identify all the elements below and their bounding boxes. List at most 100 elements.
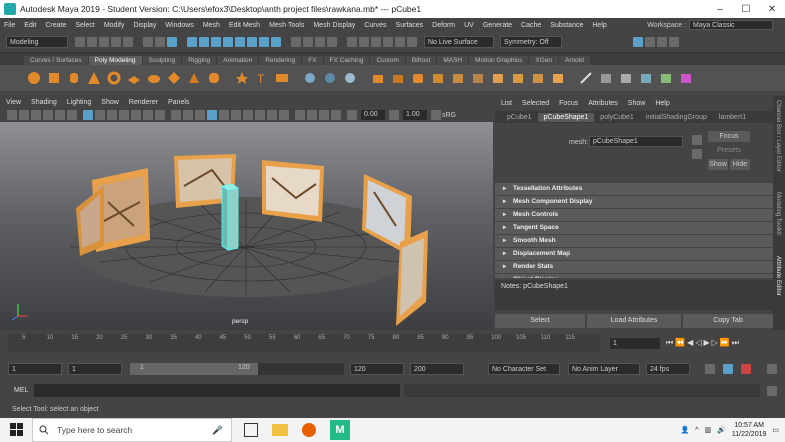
viewport-menu-renderer[interactable]: Renderer — [129, 99, 158, 106]
section-smooth-mesh[interactable]: Smooth Mesh — [495, 235, 773, 247]
shelf-tab-fx[interactable]: FX — [302, 56, 323, 65]
open-scene-icon[interactable] — [87, 37, 97, 47]
focus-button[interactable]: Focus — [708, 131, 750, 142]
merge-icon[interactable] — [491, 71, 505, 85]
menu-create[interactable]: Create — [45, 22, 66, 29]
undo-icon[interactable] — [111, 37, 121, 47]
field-chart-icon[interactable] — [131, 110, 141, 120]
snap-surface-icon[interactable] — [235, 37, 245, 47]
minimize-icon[interactable]: – — [707, 4, 733, 15]
attr-tab-lambert1[interactable]: lambert1 — [713, 113, 752, 122]
attr-menu-attributes[interactable]: Attributes — [588, 100, 618, 107]
section-mesh-controls[interactable]: Mesh Controls — [495, 209, 773, 221]
attribute-editor-tab[interactable]: Attribute Editor — [775, 256, 781, 296]
bevel-icon[interactable] — [411, 71, 425, 85]
combine-icon[interactable] — [303, 71, 317, 85]
modeling-toolkit-toggle-icon[interactable] — [645, 37, 655, 47]
super-shape-icon[interactable] — [207, 71, 221, 85]
notes-area[interactable]: Notes: pCubeShape1 — [495, 280, 773, 310]
snap-edge-icon[interactable] — [271, 37, 281, 47]
chamfer-icon[interactable] — [551, 71, 565, 85]
shelf-tab-mash[interactable]: MASH — [437, 56, 469, 65]
section-tangent-space[interactable]: Tangent Space — [495, 222, 773, 234]
cylinder-icon[interactable] — [67, 71, 81, 85]
film-gate-icon[interactable] — [95, 110, 105, 120]
gamma-icon[interactable] — [389, 110, 399, 120]
fill-hole-icon[interactable] — [431, 71, 445, 85]
notifications-icon[interactable]: ▭ — [772, 426, 779, 434]
safe-title-icon[interactable] — [155, 110, 165, 120]
image-plane-icon[interactable] — [43, 110, 53, 120]
pyramid-icon[interactable] — [187, 71, 201, 85]
load-attributes-button[interactable]: Load Attributes — [587, 314, 681, 328]
menu-uv[interactable]: UV — [464, 22, 474, 29]
file-explorer-icon[interactable] — [272, 424, 288, 436]
select-object-icon[interactable] — [155, 37, 165, 47]
image-panel-4[interactable] — [262, 160, 324, 222]
section-render-stats[interactable]: Render Stats — [495, 261, 773, 273]
hide-button[interactable]: Hide — [730, 159, 750, 170]
firefox-icon[interactable] — [302, 423, 316, 437]
shelf-tab-poly-modeling[interactable]: Poly Modeling — [88, 56, 142, 65]
render-view-icon[interactable] — [395, 37, 405, 47]
play-back-icon[interactable]: ◁ — [695, 338, 701, 348]
tray-chevron-icon[interactable]: ^ — [695, 427, 698, 434]
loop-icon[interactable] — [705, 364, 715, 374]
star-shape-icon[interactable] — [235, 71, 249, 85]
network-icon[interactable]: ▥ — [705, 426, 712, 434]
shelf-tab-motion-graphics[interactable]: Motion Graphics — [469, 56, 529, 65]
camera-attributes-icon[interactable] — [19, 110, 29, 120]
wireframe-on-shaded-icon[interactable] — [195, 110, 205, 120]
live-surface-dropdown[interactable]: No Live Surface — [424, 36, 494, 48]
section-object-display[interactable]: Object Display — [495, 274, 773, 278]
preferences-icon[interactable] — [767, 364, 777, 374]
fps-dropdown[interactable]: 24 fps — [646, 363, 690, 375]
menu-mesh-display[interactable]: Mesh Display — [313, 22, 355, 29]
menu-generate[interactable]: Generate — [483, 22, 512, 29]
wedge-icon[interactable] — [511, 71, 525, 85]
channel-box-tab[interactable]: Channel Box / Layer Editor — [775, 100, 781, 172]
timeline-ruler[interactable]: 5 10 15 20 25 30 35 40 45 50 55 60 65 70 75 80 85 90 95 100… — [8, 334, 600, 352]
grease-pencil-icon[interactable] — [67, 110, 77, 120]
close-icon[interactable]: ✕ — [759, 4, 785, 15]
menu-mesh[interactable]: Mesh — [203, 22, 220, 29]
render-frame-icon[interactable] — [347, 37, 357, 47]
new-scene-icon[interactable] — [75, 37, 85, 47]
shelf-tab-rigging[interactable]: Rigging — [182, 56, 217, 65]
attr-menu-list[interactable]: List — [501, 100, 512, 107]
viewport-menu-panels[interactable]: Panels — [168, 99, 189, 106]
uv-editor-icon[interactable] — [659, 71, 673, 85]
svg-icon[interactable] — [275, 71, 289, 85]
unfold-icon[interactable] — [679, 71, 693, 85]
menu-substance[interactable]: Substance — [550, 22, 583, 29]
step-forward-icon[interactable]: ▷ — [712, 338, 718, 348]
collapse-icon[interactable] — [471, 71, 485, 85]
snap-vertex-icon[interactable] — [247, 37, 257, 47]
play-forward-icon[interactable]: ▶ — [703, 338, 709, 348]
select-component-icon[interactable] — [167, 37, 177, 47]
snap-face-icon[interactable] — [259, 37, 269, 47]
scene-start-field[interactable]: 1 — [8, 363, 62, 375]
connect-icon[interactable] — [619, 71, 633, 85]
command-input[interactable] — [34, 384, 400, 397]
presets-button[interactable]: Presets — [708, 145, 750, 156]
history-icon[interactable] — [291, 37, 301, 47]
clock[interactable]: 10:57 AM 11/22/2019 — [732, 421, 767, 439]
maximize-icon[interactable]: ☐ — [733, 4, 759, 15]
sphere-icon[interactable] — [27, 71, 41, 85]
menu-help[interactable]: Help — [592, 22, 606, 29]
2d-pan-icon[interactable] — [55, 110, 65, 120]
section-mesh-component-display[interactable]: Mesh Component Display — [495, 196, 773, 208]
multi-cut-icon[interactable] — [579, 71, 593, 85]
hypershade-icon[interactable] — [383, 37, 393, 47]
smooth-shade-icon[interactable] — [183, 110, 193, 120]
selected-cube-pcube1[interactable] — [220, 183, 240, 251]
camera-select-icon[interactable] — [7, 110, 17, 120]
attr-menu-focus[interactable]: Focus — [559, 100, 578, 107]
bookmark-icon[interactable] — [31, 110, 41, 120]
menu-select[interactable]: Select — [75, 22, 94, 29]
separate-icon[interactable] — [323, 71, 337, 85]
ipr-icon[interactable] — [359, 37, 369, 47]
wireframe-icon[interactable] — [171, 110, 181, 120]
anti-aliasing-icon[interactable] — [267, 110, 277, 120]
